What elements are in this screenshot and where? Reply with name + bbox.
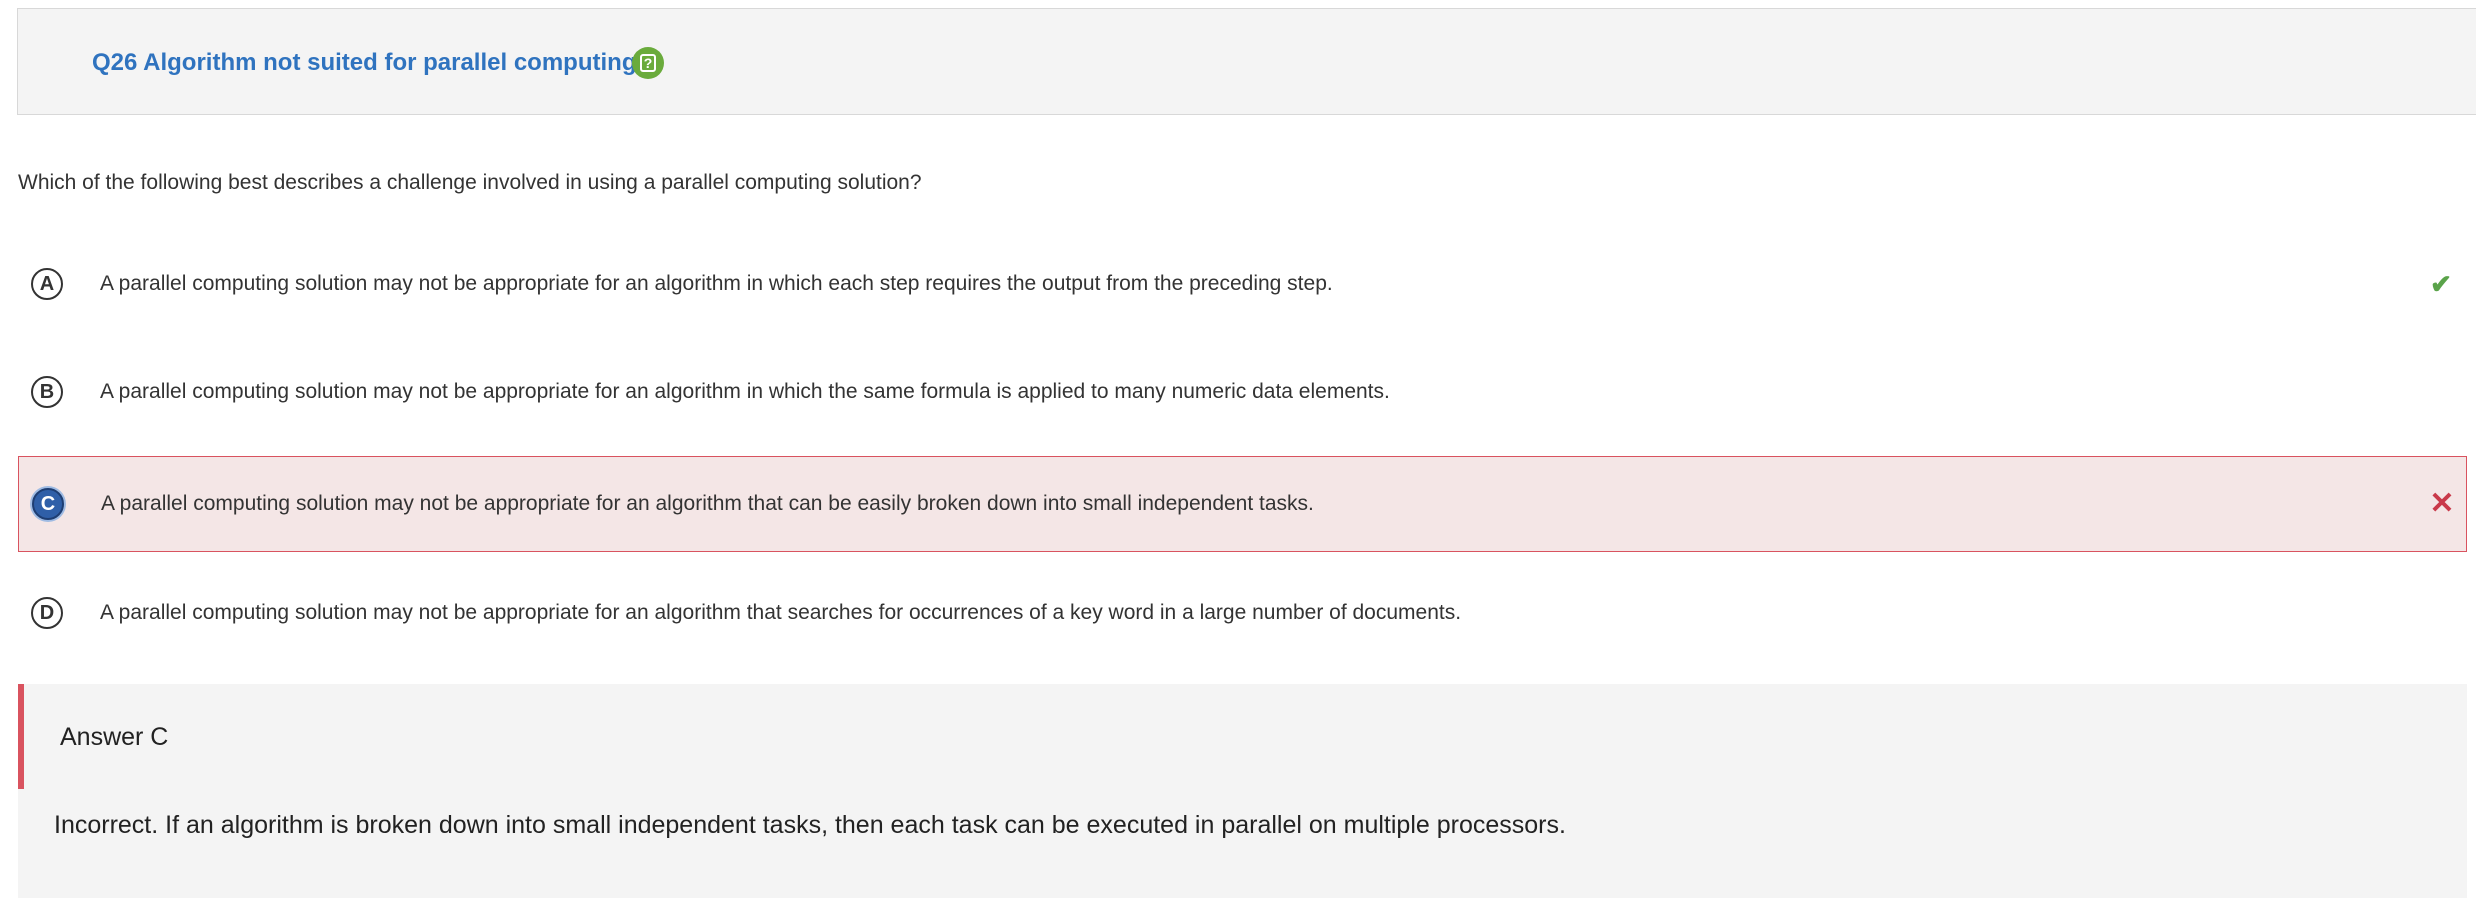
option-text: A parallel computing solution may not be…	[100, 272, 1333, 295]
question-text: Which of the following best describes a …	[18, 171, 922, 194]
answer-status-bar	[18, 684, 24, 789]
answer-panel: Answer C Incorrect. If an algorithm is b…	[18, 684, 2467, 898]
option-letter: B	[31, 376, 63, 408]
check-icon: ✔	[2430, 269, 2452, 299]
help-icon-glyph: ?	[640, 54, 656, 72]
option-text: A parallel computing solution may not be…	[100, 601, 1462, 624]
help-icon[interactable]: ?	[632, 47, 664, 79]
option-c[interactable]: C A parallel computing solution may not …	[18, 456, 2467, 552]
question-page: Q26 Algorithm not suited for parallel co…	[0, 0, 2476, 898]
option-text: A parallel computing solution may not be…	[101, 492, 1314, 515]
option-letter: C	[32, 488, 64, 520]
option-d[interactable]: D A parallel computing solution may not …	[18, 565, 2467, 661]
question-header: Q26 Algorithm not suited for parallel co…	[17, 8, 2476, 115]
close-icon: ✕	[2429, 487, 2455, 520]
option-letter: D	[31, 597, 63, 629]
question-title: Q26 Algorithm not suited for parallel co…	[92, 49, 637, 76]
answer-heading: Answer C	[60, 723, 169, 751]
option-b[interactable]: B A parallel computing solution may not …	[18, 344, 2467, 440]
option-text: A parallel computing solution may not be…	[100, 380, 1390, 403]
answer-explanation: Incorrect. If an algorithm is broken dow…	[54, 811, 1566, 839]
option-a[interactable]: A A parallel computing solution may not …	[18, 236, 2467, 332]
option-letter: A	[31, 268, 63, 300]
